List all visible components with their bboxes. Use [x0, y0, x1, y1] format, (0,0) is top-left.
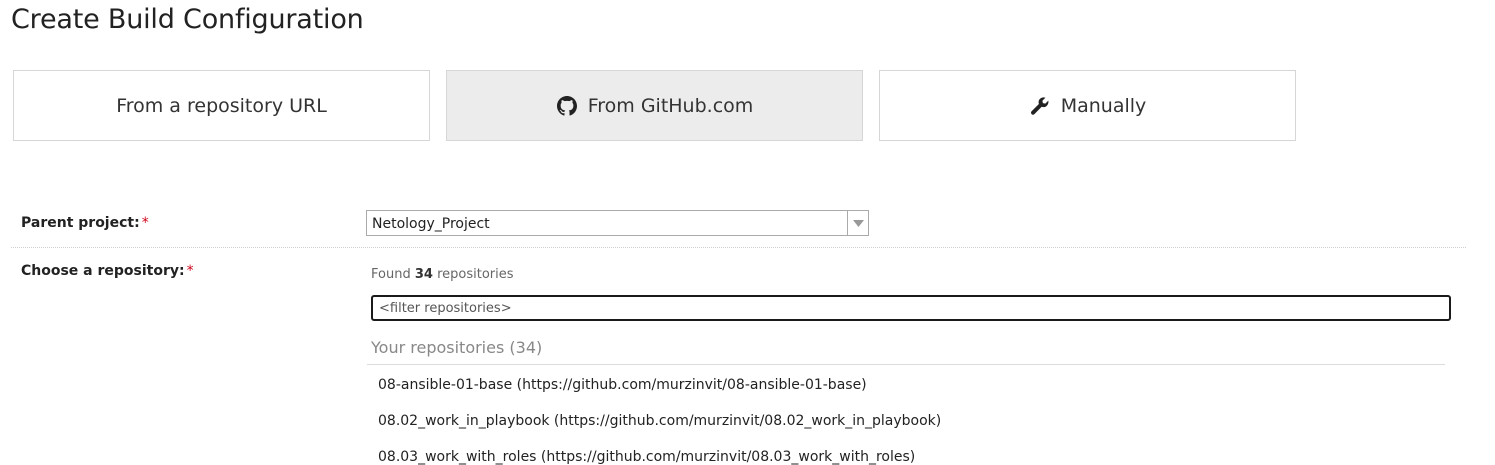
- option-github[interactable]: From GitHub.com: [446, 70, 863, 141]
- found-count-number: 34: [414, 267, 433, 282]
- option-repository-url-label: From a repository URL: [116, 94, 327, 117]
- page-title: Create Build Configuration: [11, 4, 364, 35]
- option-repository-url[interactable]: From a repository URL: [13, 70, 430, 141]
- your-repositories-header: Your repositories (34): [371, 338, 543, 357]
- choose-repository-label: Choose a repository: *: [21, 263, 194, 279]
- option-github-label: From GitHub.com: [587, 94, 754, 117]
- repository-item[interactable]: 08-ansible-01-base (https://github.com/m…: [378, 377, 867, 393]
- wrench-icon: [1029, 95, 1051, 117]
- option-manually-label: Manually: [1060, 94, 1147, 117]
- required-mark: *: [141, 215, 149, 231]
- parent-project-select[interactable]: Netology_Project: [366, 210, 869, 236]
- repositories-found-count: Found 34 repositories: [371, 267, 514, 282]
- form-divider: [11, 247, 1466, 248]
- parent-project-label: Parent project: *: [21, 215, 149, 231]
- chevron-down-icon[interactable]: [847, 211, 868, 235]
- repository-item[interactable]: 08.02_work_in_playbook (https://github.c…: [378, 413, 941, 429]
- github-icon: [556, 95, 578, 117]
- required-mark: *: [186, 263, 194, 279]
- option-manually[interactable]: Manually: [879, 70, 1296, 141]
- filter-repositories-input[interactable]: [371, 295, 1451, 321]
- repository-item[interactable]: 08.03_work_with_roles (https://github.co…: [378, 449, 915, 465]
- group-divider: [367, 364, 1445, 365]
- parent-project-value: Netology_Project: [372, 216, 490, 232]
